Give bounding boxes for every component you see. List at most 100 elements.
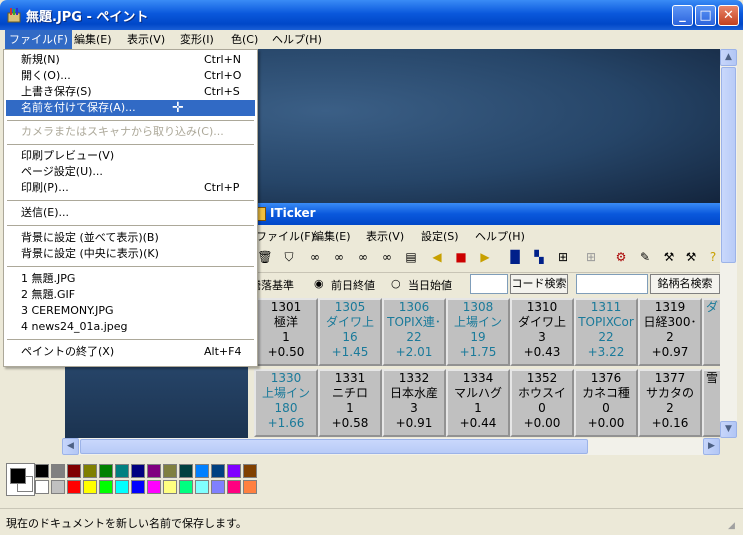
color-swatch[interactable]	[195, 480, 209, 494]
menu-separator	[7, 339, 254, 340]
current-colors[interactable]	[6, 463, 35, 496]
color-swatch[interactable]	[131, 480, 145, 494]
color-swatch[interactable]	[35, 480, 49, 494]
ticker-tile: 1305 ダイワ上 16 +1.45	[318, 298, 382, 366]
scroll-up-icon[interactable]: ▲	[720, 49, 737, 66]
grid-1-icon: █	[510, 250, 520, 264]
iticker-menu-bar: ファイル(F) 編集(E) 表示(V) 設定(S) ヘルプ(H)	[248, 225, 720, 244]
menu-colors[interactable]: 色(C)	[227, 30, 262, 49]
menu-help[interactable]: ヘルプ(H)	[268, 30, 326, 49]
color-swatch[interactable]	[243, 480, 257, 494]
menu-item-wallpaper-center[interactable]: 背景に設定 (中央に表示)(K)	[6, 246, 255, 262]
iticker-menu-view: 表示(V)	[366, 230, 405, 243]
ticker-tile: 1311 TOPIXCor 22 +3.22	[574, 298, 638, 366]
menu-item-print-preview[interactable]: 印刷プレビュー(V)	[6, 148, 255, 164]
color-swatch[interactable]	[131, 464, 145, 478]
cursor-crosshair-icon: ✛	[172, 100, 184, 116]
color-swatch[interactable]	[195, 464, 209, 478]
delete-icon: 🗑	[257, 250, 273, 264]
iticker-menu-edit: 編集(E)	[313, 230, 351, 243]
color-swatch[interactable]	[51, 480, 65, 494]
ticker-row-1: 1301 極洋 1 +0.50 1305 ダイワ上 16 +1.45 1306 TOPIX連･…	[254, 298, 720, 368]
color-swatch[interactable]	[67, 480, 81, 494]
color-swatch[interactable]	[147, 480, 161, 494]
ticker-tile: 雪	[702, 369, 720, 437]
color-swatch[interactable]	[99, 464, 113, 478]
menu-separator	[7, 225, 254, 226]
help-icon: ?	[709, 250, 717, 264]
color-swatch[interactable]	[67, 464, 81, 478]
scroll-left-icon[interactable]: ◀	[62, 438, 79, 455]
ticker-tile: 1352 ホウスイ 0 +0.00	[510, 369, 574, 437]
paint-app-icon[interactable]	[6, 7, 22, 23]
radio-prev-close-label: 前日終値	[331, 279, 375, 292]
ticker-tile: ダ	[702, 298, 720, 366]
binoculars-icon: ∞	[382, 250, 392, 264]
menu-view[interactable]: 表示(V)	[123, 30, 169, 49]
horizontal-scrollbar[interactable]: ◀ ▶	[62, 438, 720, 455]
color-swatch[interactable]	[99, 480, 113, 494]
scroll-right-icon[interactable]: ▶	[703, 438, 720, 455]
stop-icon: ■	[455, 250, 467, 264]
menu-item-scanner: カメラまたはスキャナから取り込み(C)...	[21, 125, 224, 138]
foreground-color-swatch[interactable]	[10, 468, 26, 484]
hammer-icon: ⚒	[685, 250, 697, 264]
color-swatch[interactable]	[163, 464, 177, 478]
ticker-tile: 1331 ニチロ 1 +0.58	[318, 369, 382, 437]
binoculars-icon: ∞	[310, 250, 320, 264]
radio-today-open-label: 当日始値	[408, 279, 452, 292]
menu-item-recent-1[interactable]: 1 無題.JPG	[6, 271, 255, 287]
name-input	[576, 274, 648, 294]
menu-item-print[interactable]: 印刷(P)... Ctrl+P	[6, 180, 255, 196]
menu-edit[interactable]: 編集(E)	[70, 30, 116, 49]
color-swatch[interactable]	[83, 480, 97, 494]
menu-item-recent-2[interactable]: 2 無題.GIF	[6, 287, 255, 303]
color-swatch[interactable]	[51, 464, 65, 478]
iticker-window: ITicker ファイル(F) 編集(E) 表示(V) 設定(S) ヘルプ(H)…	[248, 203, 720, 438]
grid-4-icon: ⊞	[557, 250, 569, 264]
iticker-toolbar: 🗑 ⛉ ∞ ∞ ∞ ∞ ▤ ◀ ■ ▶ █ ▚ ⊞ ⊞ ⚙ ✎ ⚒ ⚒ ?	[248, 244, 720, 273]
color-swatch[interactable]	[35, 464, 49, 478]
minimize-button[interactable]: _	[672, 5, 693, 26]
resize-grip-icon[interactable]: ◢	[728, 521, 740, 533]
vertical-scroll-thumb[interactable]	[721, 67, 736, 263]
vertical-scrollbar[interactable]: ▲ ▼	[720, 49, 737, 438]
maximize-button[interactable]: □	[695, 5, 716, 26]
menu-item-exit[interactable]: ペイントの終了(X) Alt+F4	[6, 344, 255, 360]
color-swatch[interactable]	[243, 464, 257, 478]
color-swatch[interactable]	[179, 464, 193, 478]
close-button[interactable]: ✕	[718, 5, 739, 26]
color-swatch[interactable]	[211, 464, 225, 478]
horizontal-scroll-thumb[interactable]	[80, 439, 588, 454]
menu-item-save[interactable]: 上書き保存(S) Ctrl+S	[6, 84, 255, 100]
scroll-down-icon[interactable]: ▼	[720, 421, 737, 438]
menu-separator	[7, 144, 254, 145]
menu-item-new[interactable]: 新規(N) Ctrl+N	[6, 52, 255, 68]
menu-image[interactable]: 変形(I)	[176, 30, 218, 49]
title-bar[interactable]: 無題.JPG - ペイント _ □ ✕	[0, 0, 743, 30]
color-swatch[interactable]	[163, 480, 177, 494]
iticker-menu-file: ファイル(F)	[256, 230, 315, 243]
menu-file[interactable]: ファイル(F)	[5, 30, 72, 49]
menu-item-page-setup[interactable]: ページ設定(U)...	[6, 164, 255, 180]
color-swatch[interactable]	[147, 464, 161, 478]
hammer-icon: ⚒	[663, 250, 675, 264]
menu-item-send[interactable]: 送信(E)...	[6, 205, 255, 221]
color-swatch[interactable]	[227, 480, 241, 494]
color-swatch[interactable]	[211, 480, 225, 494]
filter-icon: ⛉	[284, 250, 294, 264]
color-swatch[interactable]	[227, 464, 241, 478]
menu-item-recent-3[interactable]: 3 CEREMONY.JPG	[6, 303, 255, 319]
ticker-tile: 1308 上場イン 19 +1.75	[446, 298, 510, 366]
menu-item-open[interactable]: 開く(O)... Ctrl+O	[6, 68, 255, 84]
color-swatch[interactable]	[115, 464, 129, 478]
ticker-tile: 1376 カネコ種 0 +0.00	[574, 369, 638, 437]
color-swatch[interactable]	[115, 480, 129, 494]
tools-icon: ⚙	[615, 250, 627, 264]
menu-item-wallpaper-tile[interactable]: 背景に設定 (並べて表示)(B)	[6, 230, 255, 246]
menu-item-recent-4[interactable]: 4 news24_01a.jpeg	[6, 319, 255, 335]
color-swatch[interactable]	[179, 480, 193, 494]
color-swatch[interactable]	[83, 464, 97, 478]
menu-item-save-as[interactable]: 名前を付けて保存(A)... ✛	[6, 100, 255, 116]
status-bar: 現在のドキュメントを新しい名前で保存します。 ◢	[0, 508, 743, 535]
